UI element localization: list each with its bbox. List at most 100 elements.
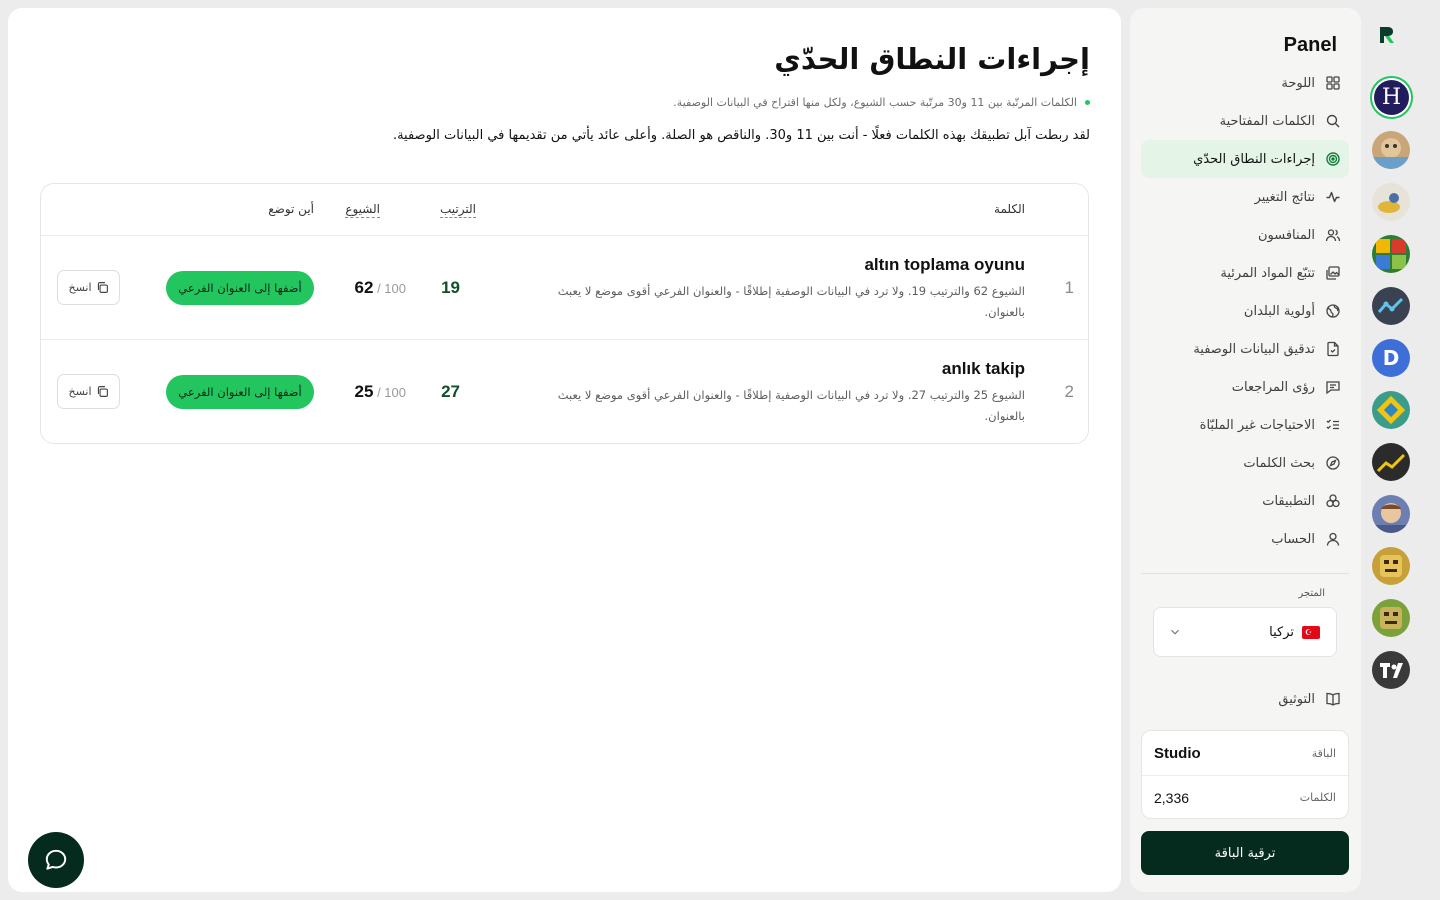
sidebar: Panel اللوحة الكلمات المفتاحية إجراءات ا… [1130, 8, 1361, 892]
keywords-table: الكلمة الترتيب الشيوع أين توضع 1 altın t… [40, 183, 1089, 444]
rail-app[interactable] [1372, 443, 1410, 481]
brand-logo-icon [1380, 27, 1394, 43]
words-row: الكلمات 2,336 [1142, 775, 1348, 819]
sidebar-item-label: أولوية البلدان [1243, 303, 1315, 319]
row-keyword: altın toplama oyunu [864, 255, 1025, 274]
upgrade-plan-button[interactable]: ترقية الباقة [1141, 831, 1349, 875]
copy-button[interactable]: انسخ [57, 374, 120, 409]
sidebar-item-apps[interactable]: التطبيقات [1141, 482, 1349, 520]
sidebar-title: Panel [1283, 34, 1337, 56]
popularity-max-value: 100 [384, 385, 406, 400]
rail-app[interactable] [1372, 287, 1410, 325]
sidebar-item-label: رؤى المراجعات [1231, 379, 1315, 395]
apps-icon [1325, 493, 1341, 509]
sidebar-item-label: المنافسون [1257, 227, 1315, 243]
sidebar-item-label: بحث الكلمات [1243, 455, 1315, 471]
header-rank[interactable]: الترتيب [440, 202, 476, 218]
rail-app[interactable] [1372, 495, 1410, 533]
rail-app[interactable] [1372, 599, 1410, 637]
row-detail: الشيوع 25 والترتيب 27. ولا ترد في البيان… [557, 388, 1025, 423]
sidebar-item-visual-tracking[interactable]: تتبّع المواد المرئية [1141, 254, 1349, 292]
app-avatar-icon [1372, 651, 1410, 689]
svg-text:D: D [1383, 346, 1400, 370]
main-panel: إجراءات النطاق الحدّي الكلمات المرتّبة ب… [8, 8, 1121, 892]
app-avatar-icon [1372, 599, 1410, 637]
popularity-value: 25 [354, 382, 374, 401]
sidebar-item-account[interactable]: الحساب [1141, 520, 1349, 558]
sidebar-item-edge-actions[interactable]: إجراءات النطاق الحدّي [1141, 140, 1349, 178]
compass-icon [1325, 455, 1341, 471]
words-label: الكلمات [1299, 791, 1336, 804]
header-popularity[interactable]: الشيوع [345, 202, 380, 218]
sidebar-item-label: الاحتياجات غير الملبّاة [1199, 417, 1315, 433]
images-icon [1325, 265, 1341, 281]
chevron-down-icon [1171, 629, 1179, 635]
copy-icon [97, 386, 108, 397]
app-avatar-icon [1372, 547, 1410, 585]
rail-app[interactable] [1372, 547, 1410, 585]
add-to-subtitle-button[interactable]: أضفها إلى العنوان الفرعي [166, 375, 314, 409]
sidebar-item-label: تدقيق البيانات الوصفية [1193, 341, 1315, 357]
sidebar-item-word-research[interactable]: بحث الكلمات [1141, 444, 1349, 482]
popularity-max-value: 100 [384, 281, 406, 296]
row-detail: الشيوع 62 والترتيب 19. ولا ترد في البيان… [557, 284, 1025, 319]
chat-button[interactable] [28, 832, 84, 888]
row-keyword: anlık takip [941, 359, 1025, 378]
copy-label: انسخ [68, 281, 92, 294]
users-icon [1325, 227, 1341, 243]
page-title: إجراءات النطاق الحدّي [774, 42, 1090, 76]
book-icon [1325, 691, 1341, 707]
sidebar-item-unmet-needs[interactable]: الاحتياجات غير الملبّاة [1141, 406, 1349, 444]
table-row: 2 anlık takip الشيوع 25 والترتيب 27. ولا… [41, 340, 1088, 443]
sidebar-item-review-insights[interactable]: رؤى المراجعات [1141, 368, 1349, 406]
sidebar-item-label: تتبّع المواد المرئية [1220, 265, 1315, 281]
app-avatar-letter: H [1374, 80, 1409, 115]
app-avatar-icon [1372, 391, 1410, 429]
copy-icon [97, 282, 108, 293]
page-description: لقد ربطت آبل تطبيقك بهذه الكلمات فعلًا -… [392, 128, 1090, 143]
copy-button[interactable]: انسخ [57, 270, 120, 305]
activity-icon [1325, 189, 1341, 205]
app-avatar-icon [1372, 235, 1410, 273]
sidebar-item-competitors[interactable]: المنافسون [1141, 216, 1349, 254]
info-note: الكلمات المرتّبة بين 11 و30 مرتّبة حسب ا… [673, 96, 1090, 109]
header-keyword: الكلمة [994, 202, 1025, 216]
rail-app[interactable] [1372, 183, 1410, 221]
table-header: الكلمة الترتيب الشيوع أين توضع [41, 184, 1088, 236]
sidebar-item-docs[interactable]: التوثيق [1278, 688, 1341, 710]
sidebar-item-label: اللوحة [1281, 75, 1315, 91]
globe-icon [1325, 303, 1341, 319]
app-avatar-icon: D [1372, 339, 1410, 377]
popularity-max: / 100 [373, 281, 406, 296]
target-icon [1325, 151, 1341, 167]
popularity-max: / 100 [373, 385, 406, 400]
rail-app[interactable]: D [1372, 339, 1410, 377]
sidebar-item-change-results[interactable]: نتائج التغيير [1141, 178, 1349, 216]
rail-app-active[interactable]: H [1370, 76, 1413, 119]
user-icon [1325, 531, 1341, 547]
store-value: تركيا [1269, 624, 1294, 640]
rail-app[interactable] [1372, 651, 1410, 689]
rail-app[interactable] [1372, 235, 1410, 273]
copy-label: انسخ [68, 385, 92, 398]
table-row: 1 altın toplama oyunu الشيوع 62 والترتيب… [41, 236, 1088, 340]
rail-app[interactable] [1372, 391, 1410, 429]
sidebar-item-label: الحساب [1271, 531, 1315, 547]
rail-app[interactable] [1372, 131, 1410, 169]
sidebar-item-dashboard[interactable]: اللوحة [1141, 64, 1349, 102]
sidebar-item-label: إجراءات النطاق الحدّي [1193, 151, 1315, 167]
plan-row: الباقة Studio [1142, 731, 1348, 775]
words-value: 2,336 [1154, 789, 1190, 806]
file-check-icon [1325, 341, 1341, 357]
add-to-subtitle-button[interactable]: أضفها إلى العنوان الفرعي [166, 271, 314, 305]
sidebar-item-metadata-audit[interactable]: تدقيق البيانات الوصفية [1141, 330, 1349, 368]
app-avatar-icon [1372, 287, 1410, 325]
sidebar-item-keywords[interactable]: الكلمات المفتاحية [1141, 102, 1349, 140]
plan-card: الباقة Studio الكلمات 2,336 [1141, 730, 1349, 819]
popularity-value: 62 [354, 278, 374, 297]
store-select[interactable]: ☪ تركيا [1153, 607, 1337, 657]
row-popularity: 25 / 100 [355, 382, 406, 402]
sidebar-item-country-priority[interactable]: أولوية البلدان [1141, 292, 1349, 330]
store-label: المتجر [1298, 588, 1325, 599]
docs-label: التوثيق [1278, 691, 1315, 707]
